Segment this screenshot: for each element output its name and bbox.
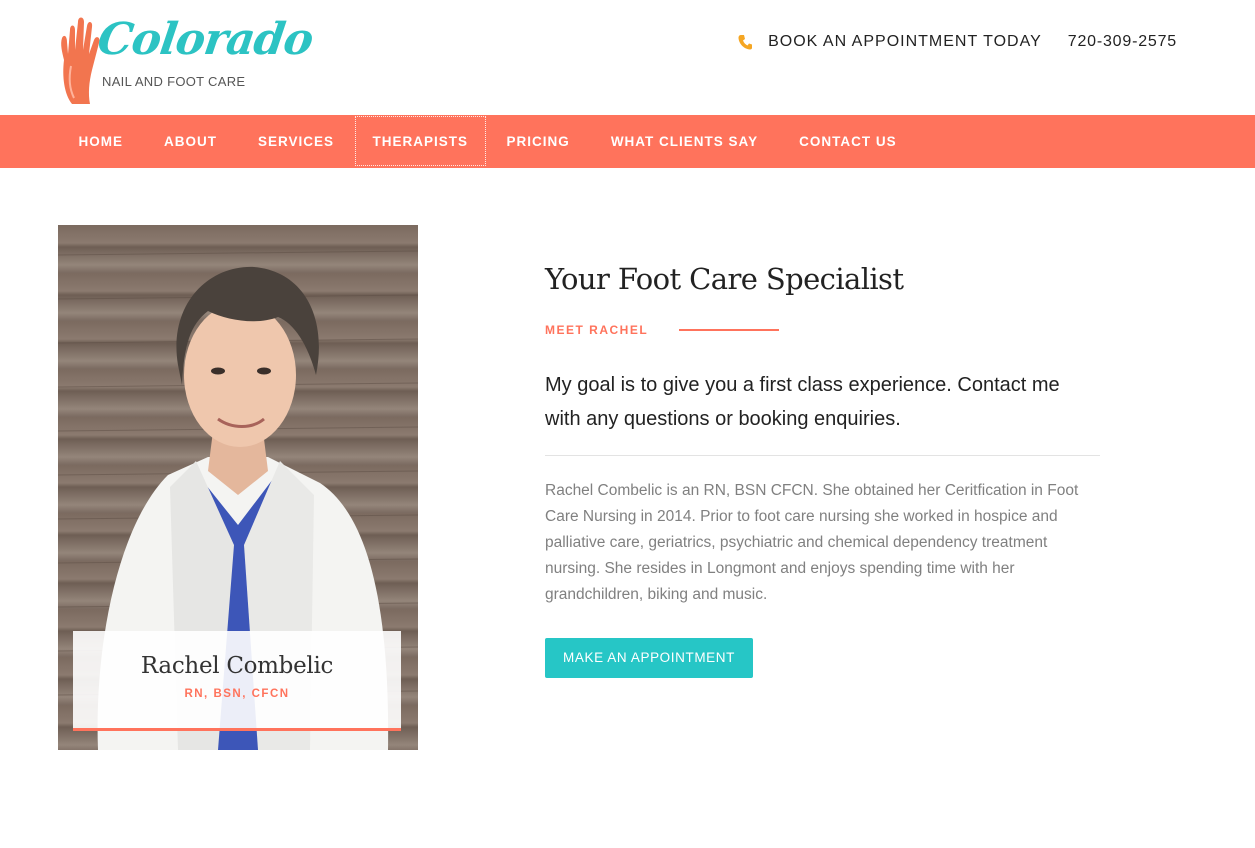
page-title: Your Foot Care Specialist: [545, 262, 904, 296]
main-nav: HOME ABOUT SERVICES THERAPISTS PRICING W…: [0, 115, 1255, 168]
therapist-credentials: RN, BSN, CFCN: [184, 688, 290, 700]
book-appointment-link[interactable]: BOOK AN APPOINTMENT TODAY: [768, 33, 1042, 51]
phone-icon: [738, 35, 753, 50]
nav-item-contact-us[interactable]: CONTACT US: [779, 115, 918, 168]
logo-subtitle: NAIL AND FOOT CARE: [102, 74, 246, 89]
bio-paragraph: Rachel Combelic is an RN, BSN CFCN. She …: [545, 482, 1079, 603]
contact-strip: BOOK AN APPOINTMENT TODAY 720-309-2575: [738, 33, 1177, 51]
therapist-photo: Rachel Combelic RN, BSN, CFCN: [58, 225, 418, 750]
therapist-name-card: Rachel Combelic RN, BSN, CFCN: [73, 631, 401, 731]
nav-item-label: THERAPISTS: [372, 133, 469, 149]
nav-item-label: CONTACT US: [799, 134, 897, 149]
phone-number-link[interactable]: 720-309-2575: [1068, 33, 1177, 51]
eyebrow-row: MEET RACHEL: [545, 323, 1105, 337]
nav-item-label: ABOUT: [164, 134, 217, 149]
therapist-name: Rachel Combelic: [140, 653, 334, 679]
nav-item-pricing[interactable]: PRICING: [486, 115, 590, 168]
nav-item-about[interactable]: ABOUT: [144, 115, 238, 168]
logo[interactable]: Colorado NAIL AND FOOT CARE: [58, 12, 316, 108]
nav-item-services[interactable]: SERVICES: [238, 115, 355, 168]
nav-item-label: HOME: [78, 134, 123, 149]
nav-item-what-clients-say[interactable]: WHAT CLIENTS SAY: [590, 115, 778, 168]
section-divider: [545, 455, 1100, 456]
nav-item-label: WHAT CLIENTS SAY: [610, 134, 759, 149]
lead-paragraph: My goal is to give you a first class exp…: [545, 374, 1060, 430]
nav-item-therapists[interactable]: THERAPISTS: [354, 116, 487, 166]
nav-item-label: PRICING: [506, 134, 570, 149]
nav-item-home[interactable]: HOME: [58, 115, 144, 168]
logo-brand-text: Colorado: [94, 14, 316, 65]
make-appointment-button[interactable]: MAKE AN APPOINTMENT: [545, 638, 753, 678]
eyebrow-divider: [679, 329, 780, 331]
therapist-bio-section: Your Foot Care Specialist MEET RACHEL My…: [545, 262, 1105, 678]
eyebrow-label: MEET RACHEL: [545, 323, 649, 337]
nav-item-label: SERVICES: [258, 134, 335, 149]
site-header: Colorado NAIL AND FOOT CARE BOOK AN APPO…: [0, 0, 1255, 115]
